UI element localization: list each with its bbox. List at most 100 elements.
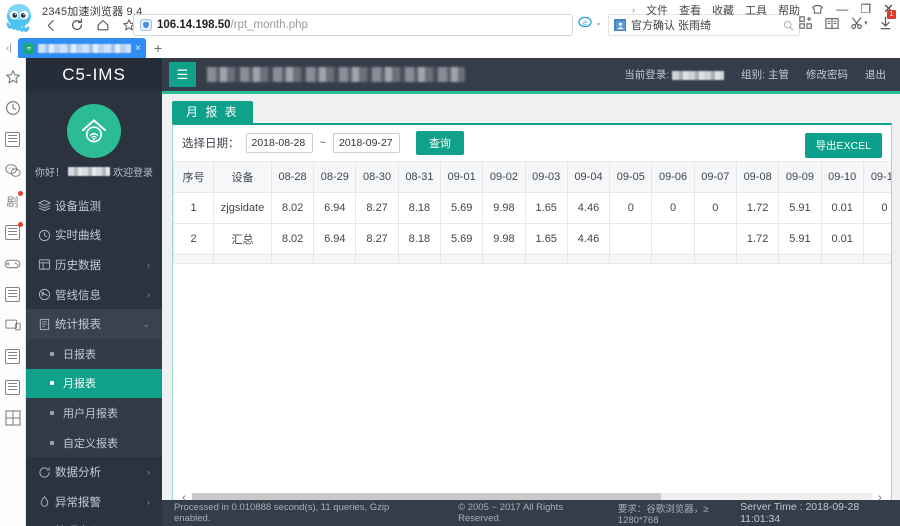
sidebar-item-daily-report[interactable]: 日报表 bbox=[26, 338, 162, 369]
username-redacted bbox=[68, 167, 110, 176]
notes-icon[interactable] bbox=[4, 347, 22, 365]
table-cell: 5.91 bbox=[778, 192, 822, 224]
web-application: C5-IMS 你好！ 欢迎登录 设备监测 实时曲线 历史数据 › 管线信息 › … bbox=[26, 58, 900, 526]
table-cell: 5.91 bbox=[778, 223, 822, 255]
content-area: 月 报 表 选择日期： ~ 查询 导出EXCEL bbox=[162, 94, 900, 526]
sidebar-item-label: 统计报表 bbox=[55, 319, 101, 332]
pipeline-icon bbox=[38, 288, 55, 301]
address-bar[interactable]: 106.14.198.50/rpt_month.php bbox=[133, 14, 573, 36]
menu-expand-icon[interactable]: › bbox=[632, 5, 635, 15]
table-column-header: 序号 bbox=[173, 161, 215, 193]
tab-scroll-left-icon[interactable]: ‹| bbox=[0, 43, 18, 58]
greeting-prefix: 你好！ bbox=[35, 168, 65, 179]
reading-mode-icon[interactable] bbox=[825, 17, 839, 30]
chevron-down-icon: ⌄ bbox=[142, 318, 150, 329]
database-icon bbox=[38, 258, 55, 271]
change-password-link[interactable]: 修改密码 bbox=[806, 67, 848, 82]
export-excel-button[interactable]: 导出EXCEL bbox=[804, 133, 882, 158]
footer-requirement: 要求：谷歌浏览器，≥ 1280*768 bbox=[617, 503, 709, 526]
menu-tools[interactable]: 工具 bbox=[745, 2, 767, 18]
browser-chrome: 2345加速浏览器 9.4 106.14.198.50/rpt_month.ph… bbox=[0, 0, 900, 58]
menu-toggle-button[interactable]: ☰ bbox=[169, 62, 196, 87]
menu-favorites[interactable]: 收藏 bbox=[712, 2, 734, 18]
table-cell: 5.69 bbox=[440, 223, 484, 255]
sidebar-item-data-analysis[interactable]: 数据分析 › bbox=[26, 457, 162, 487]
table-row: 1 zjgsidate 8.02 6.94 8.27 8.18 5.69 9.98 1.65 4.… bbox=[173, 192, 891, 224]
browser-tab-active[interactable]: × bbox=[18, 38, 146, 58]
screen-cast-icon[interactable] bbox=[4, 316, 22, 334]
sidebar-item-monthly-report[interactable]: 月报表 bbox=[26, 368, 162, 399]
novel-shortcut-icon[interactable] bbox=[4, 222, 23, 241]
table-column-header: 09-08 bbox=[735, 161, 780, 193]
favorites-star-icon[interactable] bbox=[4, 68, 22, 86]
logout-link[interactable]: 退出 bbox=[865, 67, 886, 82]
table-cell: 6.94 bbox=[313, 223, 357, 255]
table-header-row: 序号 设备 08-28 08-29 08-30 08-31 09-01 09-02 09-03 0… bbox=[173, 161, 891, 193]
greeting-text: 你好！ 欢迎登录 bbox=[26, 164, 162, 191]
video-shortcut-icon[interactable]: 剧 bbox=[4, 191, 23, 210]
table-spacer-cell bbox=[778, 254, 822, 264]
back-button[interactable] bbox=[38, 14, 64, 36]
search-icon[interactable] bbox=[783, 20, 794, 31]
report-icon bbox=[38, 318, 55, 331]
sidebar-item-user-monthly-report[interactable]: 用户月报表 bbox=[26, 398, 162, 428]
table-body: 1 zjgsidate 8.02 6.94 8.27 8.18 5.69 9.98 1.65 4.… bbox=[173, 192, 891, 264]
restore-button[interactable]: ❐ bbox=[860, 2, 871, 16]
table-cell: 1.72 bbox=[735, 223, 780, 255]
home-button[interactable] bbox=[90, 14, 116, 36]
more-tools-icon[interactable] bbox=[4, 409, 22, 427]
table-column-header: 09-03 bbox=[524, 161, 568, 193]
table-spacer-cell bbox=[524, 254, 568, 264]
bookmarks-panel-icon[interactable] bbox=[4, 378, 22, 396]
sidebar-item-abnormal-alarm[interactable]: 异常报警 › bbox=[26, 487, 162, 517]
table-cell: 8.18 bbox=[397, 223, 442, 255]
table-spacer-cell bbox=[566, 254, 611, 264]
start-date-input[interactable] bbox=[245, 133, 313, 153]
new-tab-button[interactable]: + bbox=[154, 40, 162, 58]
download-icon[interactable]: 1 bbox=[879, 10, 896, 30]
app-logo: C5-IMS bbox=[26, 58, 162, 91]
tab-close-icon[interactable]: × bbox=[135, 43, 141, 54]
menu-view[interactable]: 查看 bbox=[679, 2, 701, 18]
table-cell: 8.02 bbox=[270, 223, 315, 255]
query-button[interactable]: 查询 bbox=[415, 131, 464, 155]
sidebar-item-custom-report[interactable]: 自定义报表 bbox=[26, 427, 162, 458]
sidebar-item-label: 实时曲线 bbox=[55, 230, 101, 243]
sidebar-item-realtime-curve[interactable]: 实时曲线 bbox=[26, 221, 162, 251]
table-cell: 1 bbox=[173, 192, 215, 224]
table-column-header: 08-28 bbox=[270, 161, 315, 193]
address-host: 106.14.198.50 bbox=[157, 19, 231, 31]
chevron-right-icon: › bbox=[147, 467, 150, 478]
games-controller-icon[interactable] bbox=[4, 254, 22, 272]
news-list-icon[interactable] bbox=[4, 130, 22, 148]
wechat-icon[interactable] bbox=[4, 161, 22, 179]
sidebar-item-history-data[interactable]: 历史数据 › bbox=[26, 250, 162, 280]
screenshot-scissors-icon[interactable]: ▾ bbox=[851, 16, 867, 30]
table-column-header: 08-31 bbox=[397, 161, 442, 193]
end-date-input[interactable] bbox=[332, 133, 400, 153]
page-tabs-row: 月 报 表 bbox=[172, 101, 892, 123]
sidebar-item-management-center[interactable]: 管理中心 › bbox=[26, 517, 162, 526]
sidebar-item-label: 管线信息 bbox=[55, 289, 101, 302]
chevron-right-icon: › bbox=[147, 496, 150, 507]
sidebar-item-statistics-report[interactable]: 统计报表 ⌄ bbox=[26, 309, 162, 339]
app-sidebar: C5-IMS 你好！ 欢迎登录 设备监测 实时曲线 历史数据 › 管线信息 › … bbox=[26, 58, 162, 526]
menu-file[interactable]: 文件 bbox=[646, 2, 668, 18]
menu-help[interactable]: 帮助 bbox=[778, 2, 800, 18]
table-column-header: 09-04 bbox=[566, 161, 611, 193]
history-clock-icon[interactable] bbox=[4, 99, 22, 117]
sidebar-item-pipeline-info[interactable]: 管线信息 › bbox=[26, 280, 162, 310]
ie-engine-switch[interactable]: e ⌄ bbox=[578, 15, 602, 29]
sidebar-item-device-monitor[interactable]: 设备监测 bbox=[26, 191, 162, 221]
media-film-icon[interactable] bbox=[4, 285, 22, 303]
avatar-container bbox=[26, 91, 162, 164]
browser-side-rail: 剧 bbox=[0, 58, 26, 526]
table-cell: 汇总 bbox=[213, 223, 272, 255]
reload-button[interactable] bbox=[64, 14, 90, 36]
table-cell: 9.98 bbox=[482, 192, 526, 224]
skin-icon[interactable] bbox=[811, 4, 824, 15]
apps-grid-icon[interactable] bbox=[799, 16, 813, 30]
minimize-button[interactable]: — bbox=[836, 2, 848, 16]
tab-monthly-report[interactable]: 月 报 表 bbox=[172, 101, 253, 123]
sidebar-item-label: 用户月报表 bbox=[63, 407, 118, 420]
